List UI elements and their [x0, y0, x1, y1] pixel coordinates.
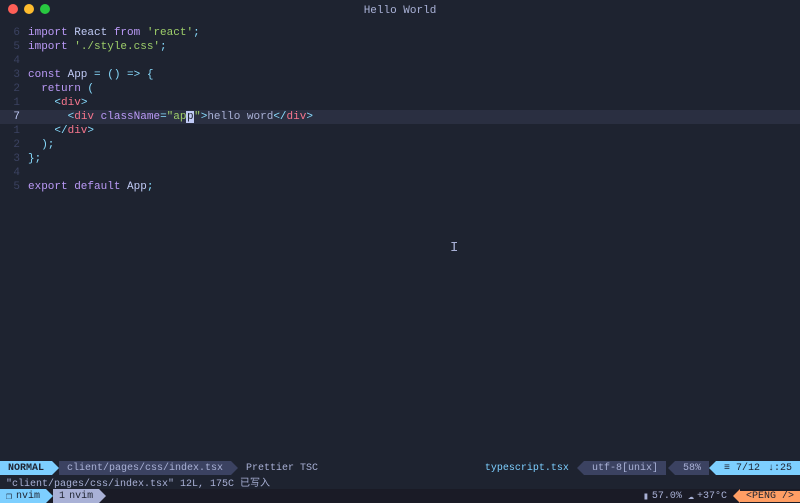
window-index: 1	[59, 491, 65, 502]
code-content: <div className="app">hello word</div>	[28, 111, 313, 123]
code-content: import './style.css';	[28, 41, 167, 53]
line-number: 2	[0, 83, 28, 95]
weather-icon: ☁	[688, 491, 694, 502]
code-content: );	[28, 139, 54, 151]
line-number: 1	[0, 125, 28, 137]
session-name: nvim	[16, 491, 40, 502]
code-line[interactable]: 3const App = () => {	[0, 68, 800, 82]
minimize-window-button[interactable]	[24, 4, 34, 14]
traffic-lights	[8, 4, 50, 14]
code-line[interactable]: 7 <div className="app">hello word</div>	[0, 110, 800, 124]
code-line[interactable]: 6import React from 'react';	[0, 26, 800, 40]
cursor-position-col: ↓:25	[768, 461, 800, 475]
filetype-indicator: typescript.tsx	[477, 461, 577, 475]
text-cursor-icon: I	[450, 240, 458, 256]
separator-icon	[231, 461, 238, 475]
maximize-window-button[interactable]	[40, 4, 50, 14]
code-line[interactable]: 2 );	[0, 138, 800, 152]
scroll-percent: 58%	[675, 461, 709, 475]
battery-icon: ▮	[643, 491, 649, 502]
line-number: 6	[0, 27, 28, 39]
code-line[interactable]: 5import './style.css';	[0, 40, 800, 54]
temperature: +37°C	[697, 491, 727, 502]
code-content: <div>	[28, 97, 87, 109]
code-line[interactable]: 3};	[0, 152, 800, 166]
tmux-session[interactable]: ❐ nvim	[0, 489, 46, 503]
session-icon: ❐	[6, 491, 12, 502]
vim-statusline: NORMAL client/pages/css/index.tsx Pretti…	[0, 461, 800, 475]
mode-indicator: NORMAL	[0, 461, 52, 475]
separator-icon	[577, 461, 584, 475]
code-content: </div>	[28, 125, 94, 137]
editor-viewport[interactable]: 6import React from 'react';5import './st…	[0, 22, 800, 461]
code-content: };	[28, 153, 41, 165]
separator-icon	[52, 461, 59, 475]
window-name: nvim	[69, 491, 93, 502]
line-number: 4	[0, 55, 28, 67]
line-number: 7	[0, 111, 28, 123]
window-titlebar: Hello World	[0, 0, 800, 22]
code-line[interactable]: 1 <div>	[0, 96, 800, 110]
tmux-window[interactable]: 1 nvim	[53, 489, 99, 503]
separator-icon	[709, 461, 716, 475]
tmux-statusline: ❐ nvim 1 nvim ▮ 57.0% ☁ +37°C <PENG />	[0, 489, 800, 503]
cursor-position-line: ≡ 7/12	[716, 461, 768, 475]
code-content: import React from 'react';	[28, 27, 200, 39]
file-path: client/pages/css/index.tsx	[59, 461, 231, 475]
line-number: 1	[0, 97, 28, 109]
code-content: return (	[28, 83, 94, 95]
vim-message-line: "client/pages/css/index.tsx" 12L, 175C 已…	[0, 475, 800, 489]
code-line[interactable]: 2 return (	[0, 82, 800, 96]
linter-status: Prettier TSC	[238, 461, 326, 475]
line-number: 5	[0, 181, 28, 193]
line-number: 3	[0, 69, 28, 81]
code-line[interactable]: 5export default App;	[0, 180, 800, 194]
close-window-button[interactable]	[8, 4, 18, 14]
line-number: 5	[0, 41, 28, 53]
line-number: 4	[0, 167, 28, 179]
line-number: 3	[0, 153, 28, 165]
separator-icon	[99, 489, 106, 503]
encoding-indicator: utf-8[unix]	[584, 461, 666, 475]
code-content: export default App;	[28, 181, 153, 193]
code-line[interactable]: 4	[0, 54, 800, 68]
code-content: const App = () => {	[28, 69, 153, 81]
code-line[interactable]: 1 </div>	[0, 124, 800, 138]
separator-icon	[733, 489, 740, 503]
tmux-user-tag: <PENG />	[740, 491, 800, 502]
separator-icon	[668, 461, 675, 475]
window-title: Hello World	[364, 5, 437, 17]
line-number: 2	[0, 139, 28, 151]
battery-percent: 57.0%	[652, 491, 682, 502]
separator-icon	[46, 489, 53, 503]
code-line[interactable]: 4	[0, 166, 800, 180]
